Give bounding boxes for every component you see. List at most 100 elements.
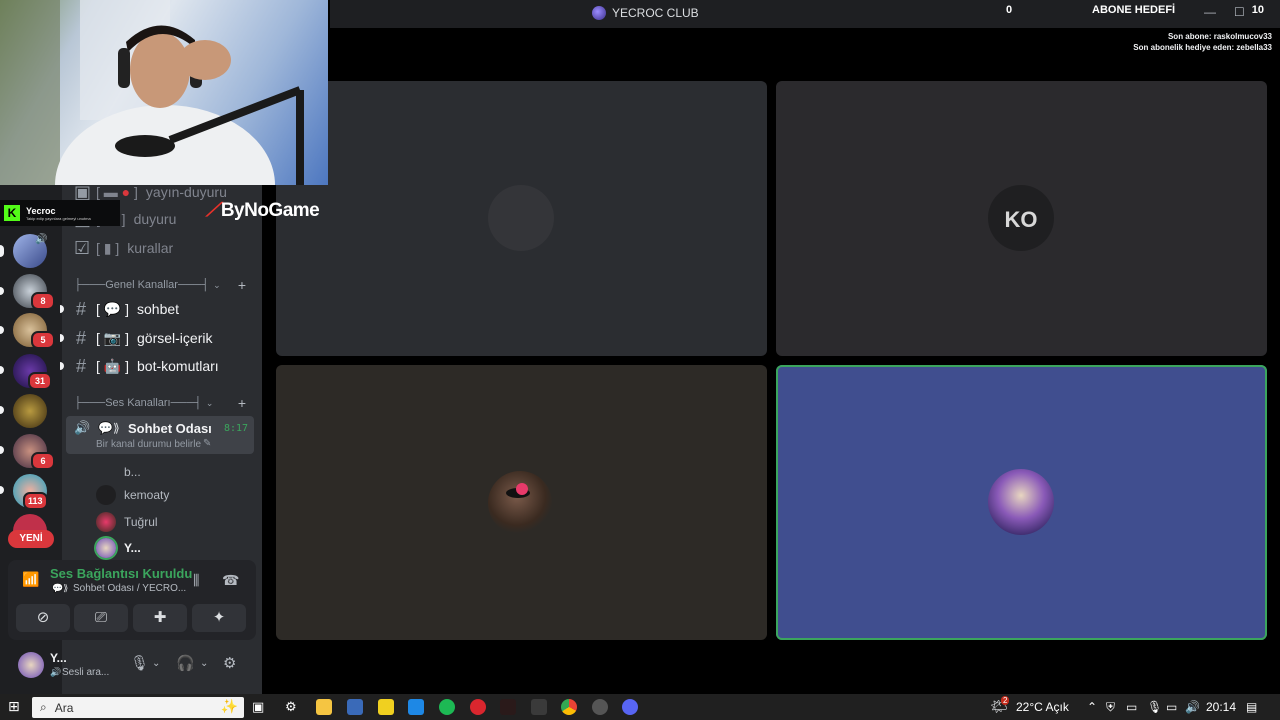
- voice-user[interactable]: b...: [96, 462, 141, 482]
- video-tile[interactable]: KO: [776, 81, 1267, 356]
- avatar: [96, 512, 116, 532]
- network-icon[interactable]: ▭: [1166, 700, 1177, 714]
- hash-icon: #: [75, 298, 86, 319]
- mention-badge: 5: [31, 331, 55, 349]
- obs-icon[interactable]: [592, 699, 608, 715]
- new-servers-pill[interactable]: YENİ: [8, 530, 54, 548]
- user-name[interactable]: Y...: [50, 651, 67, 665]
- file-explorer-icon[interactable]: [316, 699, 332, 715]
- signal-icon[interactable]: 📶: [22, 571, 39, 588]
- channel-prefix: [ 🤖 ]: [96, 357, 129, 374]
- discord-icon[interactable]: [622, 699, 638, 715]
- gear-icon[interactable]: ⚙: [223, 654, 236, 672]
- user-avatar: [488, 185, 554, 251]
- server-name: YECROC CLUB: [612, 6, 699, 20]
- server-icon[interactable]: [13, 394, 47, 428]
- category-label: ├───Genel Kanallar───┤: [74, 279, 210, 291]
- app-icon[interactable]: [531, 699, 547, 715]
- taskbar-search[interactable]: ⌕ Ara ✨: [32, 697, 244, 718]
- voice-status-icon: 🔊: [50, 667, 62, 677]
- soundboard-button[interactable]: ✦: [192, 604, 246, 632]
- task-view-icon[interactable]: ▣: [252, 699, 268, 715]
- server-icon: [592, 6, 606, 20]
- video-tile[interactable]: [276, 365, 767, 640]
- last-gift: Son abonelik hediye eden: zebella33: [1133, 43, 1272, 52]
- sub-goal-target: 10: [1251, 4, 1264, 16]
- sponsor-name: ByNoGame: [220, 200, 320, 221]
- voice-user[interactable]: Tuğrul: [96, 512, 158, 532]
- video-tile-speaking[interactable]: [776, 365, 1267, 640]
- sponsor-mark-icon: ⟋: [206, 200, 219, 221]
- channel-bot-komutlari[interactable]: # [ 🤖 ] bot-komutları: [74, 354, 254, 378]
- channel-prefix: 💬⟫: [98, 421, 120, 435]
- channel-label: bot-komutları: [137, 358, 219, 374]
- voice-user[interactable]: kemoaty: [96, 485, 169, 505]
- spotify-icon[interactable]: [439, 699, 455, 715]
- kick-name: Yecroc: [26, 205, 56, 216]
- voice-channel-path[interactable]: Sohbet Odası / YECRO...: [73, 583, 186, 594]
- screen-share-button[interactable]: ⎚: [74, 604, 128, 632]
- volume-icon[interactable]: 🔊: [1185, 700, 1200, 714]
- notification-icon[interactable]: ▤: [1246, 700, 1257, 714]
- channel-prefix: [ ▬ ● ]: [96, 184, 138, 200]
- mention-badge: 113: [23, 492, 48, 510]
- camera-button[interactable]: ⊘: [16, 604, 70, 632]
- voice-channel-timer: 8:17: [224, 423, 249, 434]
- chevron-down-icon[interactable]: ⌄: [152, 658, 160, 669]
- webcam-overlay: [0, 0, 328, 185]
- avatar: [96, 485, 116, 505]
- chevron-down-icon[interactable]: ⌄: [200, 658, 208, 669]
- mention-badge: 6: [31, 452, 55, 470]
- pencil-icon[interactable]: ✎: [203, 438, 211, 449]
- tray-app-icon[interactable]: ▭: [1126, 700, 1137, 714]
- opera-icon[interactable]: [470, 699, 486, 715]
- microphone-icon[interactable]: 🎙: [130, 654, 149, 672]
- app-icon[interactable]: [500, 699, 516, 715]
- avatar[interactable]: [18, 652, 44, 678]
- add-channel-icon[interactable]: +: [238, 277, 246, 293]
- channel-kurallar[interactable]: ☑ [ ▮ ] kurallar: [74, 236, 254, 260]
- store-icon[interactable]: [408, 699, 424, 715]
- voice-user-name: b...: [124, 465, 141, 479]
- activities-button[interactable]: ✚: [133, 604, 187, 632]
- channel-label: yayın-duyuru: [145, 184, 227, 200]
- add-channel-icon[interactable]: +: [238, 395, 246, 411]
- video-tile[interactable]: [276, 81, 767, 356]
- voice-user-name: Y...: [124, 541, 141, 555]
- security-icon[interactable]: ⛨: [1106, 700, 1115, 715]
- settings-app-icon[interactable]: ⚙: [285, 699, 301, 715]
- disconnect-icon[interactable]: ☎: [222, 572, 239, 589]
- weather-text[interactable]: 22°C Açık: [1016, 700, 1069, 714]
- last-sub: Son abone: raskolmucov33: [1167, 32, 1272, 41]
- channel-sohbet[interactable]: # [ 💬 ] sohbet: [74, 297, 254, 321]
- sub-goal-bar: 0 ABONE HEDEFİ 10: [1000, 4, 1280, 20]
- category-ses[interactable]: ├───Ses Kanalları───┤ ⌄ +: [74, 395, 254, 411]
- voice-status[interactable]: Ses Bağlantısı Kuruldu: [50, 566, 192, 581]
- noise-suppression-icon[interactable]: ⫼: [193, 572, 199, 589]
- chrome-icon[interactable]: [561, 699, 577, 715]
- windows-start-icon[interactable]: ⊞: [8, 698, 20, 715]
- camera-off-icon: ⊘: [36, 609, 50, 626]
- voice-user-speaking[interactable]: Y...: [96, 538, 141, 558]
- channel-label: görsel-içerik: [137, 330, 213, 346]
- app-icon[interactable]: [347, 699, 363, 715]
- search-placeholder: Ara: [54, 700, 74, 715]
- channel-status[interactable]: Bir kanal durumu belirle: [96, 439, 201, 450]
- microphone-icon[interactable]: 🎙: [1147, 700, 1162, 714]
- headphones-icon[interactable]: 🎧: [176, 654, 195, 672]
- voice-user-name: Tuğrul: [124, 515, 158, 529]
- chevron-up-icon[interactable]: ⌃: [1087, 700, 1097, 714]
- sticky-notes-icon[interactable]: [378, 699, 394, 715]
- user-status: Sesli ara...: [62, 667, 110, 678]
- kick-logo: K: [4, 205, 20, 221]
- channel-label: sohbet: [137, 301, 180, 317]
- avatar: [96, 538, 116, 558]
- chevron-down-icon: ⌄: [205, 397, 214, 408]
- category-genel[interactable]: ├───Genel Kanallar───┤ ⌄ +: [74, 277, 254, 293]
- clock[interactable]: 20:14: [1206, 700, 1236, 714]
- mention-badge: 8: [31, 292, 55, 310]
- mention-badge: 31: [28, 372, 52, 390]
- voice-channel-name: Sohbet Odası: [128, 421, 212, 436]
- channel-label: kurallar: [127, 240, 174, 256]
- channel-gorsel-icerik[interactable]: # [ 📷 ] görsel-içerik: [74, 326, 254, 350]
